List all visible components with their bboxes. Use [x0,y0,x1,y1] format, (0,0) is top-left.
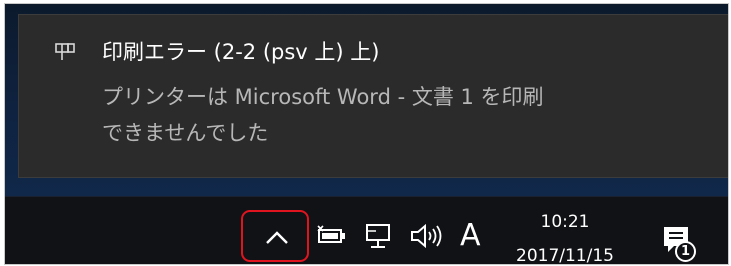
chevron-up-icon [266,231,288,244]
toast-title: 印刷エラー (2-2 (psv 上) 上) [102,40,380,64]
taskbar: A 10:21 2017/11/15 1 [5,197,728,264]
network-icon[interactable] [363,222,395,254]
toast-message: プリンターは Microsoft Word - 文書 1 を印刷 できませんでし… [102,79,702,151]
show-hidden-icons-button[interactable] [241,210,309,262]
clock-date: 2017/11/15 [516,246,614,265]
toast-message-line-2: できませんでした [102,121,269,145]
screenshot-frame: 印刷エラー (2-2 (psv 上) 上) プリンターは Microsoft W… [4,3,729,265]
printer-icon [53,40,77,64]
volume-icon[interactable] [409,223,445,253]
ime-indicator[interactable]: A [460,219,481,253]
power-icon[interactable] [316,223,348,251]
toast-notification[interactable]: 印刷エラー (2-2 (psv 上) 上) プリンターは Microsoft W… [18,14,728,178]
notification-count-badge: 1 [675,241,696,262]
toast-message-line-1: プリンターは Microsoft Word - 文書 1 を印刷 [102,85,544,109]
clock[interactable]: 10:21 2017/11/15 [503,211,627,265]
clock-time: 10:21 [540,212,590,232]
